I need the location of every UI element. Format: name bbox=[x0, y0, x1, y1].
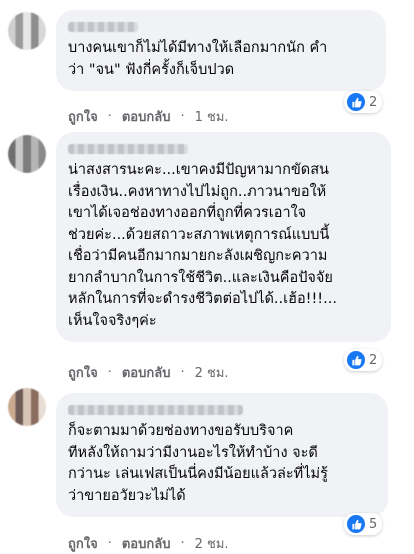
avatar[interactable] bbox=[8, 12, 46, 50]
commenter-name-redacted[interactable] bbox=[68, 22, 138, 32]
comment-timestamp[interactable]: 2 ชม. bbox=[195, 362, 229, 383]
separator-dot: · bbox=[107, 109, 112, 124]
reaction-summary[interactable]: 2 bbox=[344, 91, 383, 113]
comment-text: น่าสงสารนะคะ...เขาคงมีปัญหามากขัดสน เรื่… bbox=[68, 162, 337, 329]
thumbs-up-icon bbox=[347, 515, 365, 533]
reaction-count: 5 bbox=[369, 516, 378, 532]
reaction-count: 2 bbox=[369, 352, 378, 368]
like-link[interactable]: ถูกใจ bbox=[68, 106, 98, 127]
commenter-name-redacted[interactable] bbox=[68, 144, 188, 154]
separator-dot: · bbox=[107, 365, 112, 380]
separator-dot: · bbox=[180, 109, 185, 124]
reaction-count: 2 bbox=[369, 94, 378, 110]
comment-bubble: น่าสงสารนะคะ...เขาคงมีปัญหามากขัดสน เรื่… bbox=[56, 132, 391, 342]
separator-dot: · bbox=[180, 365, 185, 380]
thumbs-up-icon bbox=[347, 351, 365, 369]
reply-link[interactable]: ตอบกลับ bbox=[122, 106, 171, 127]
comment-text: บางคนเขาก็ไม่ได้มีทางให้เลือกมากนัก คำ ว… bbox=[68, 40, 328, 78]
separator-dot: · bbox=[107, 536, 112, 551]
reaction-summary[interactable]: 2 bbox=[344, 349, 383, 371]
reply-link[interactable]: ตอบกลับ bbox=[122, 362, 171, 383]
separator-dot: · bbox=[180, 536, 185, 551]
comment-actions: ถูกใจ · ตอบกลับ · 2 ชม. bbox=[68, 362, 229, 383]
avatar[interactable] bbox=[8, 388, 46, 426]
avatar[interactable] bbox=[8, 135, 46, 173]
comment-actions: ถูกใจ · ตอบกลับ · 1 ชม. bbox=[68, 106, 229, 127]
reaction-summary[interactable]: 5 bbox=[344, 513, 383, 535]
comment-timestamp[interactable]: 1 ชม. bbox=[195, 106, 229, 127]
thumbs-up-icon bbox=[347, 93, 365, 111]
comment-text: ก็จะตามมาด้วยช่องทางขอรับบริจาค ทีหลังให… bbox=[68, 423, 328, 504]
comment-bubble: บางคนเขาก็ไม่ได้มีทางให้เลือกมากนัก คำ ว… bbox=[56, 10, 386, 91]
commenter-name-redacted[interactable] bbox=[68, 405, 243, 415]
like-link[interactable]: ถูกใจ bbox=[68, 362, 98, 383]
comment-bubble: ก็จะตามมาด้วยช่องทางขอรับบริจาค ทีหลังให… bbox=[56, 393, 388, 517]
